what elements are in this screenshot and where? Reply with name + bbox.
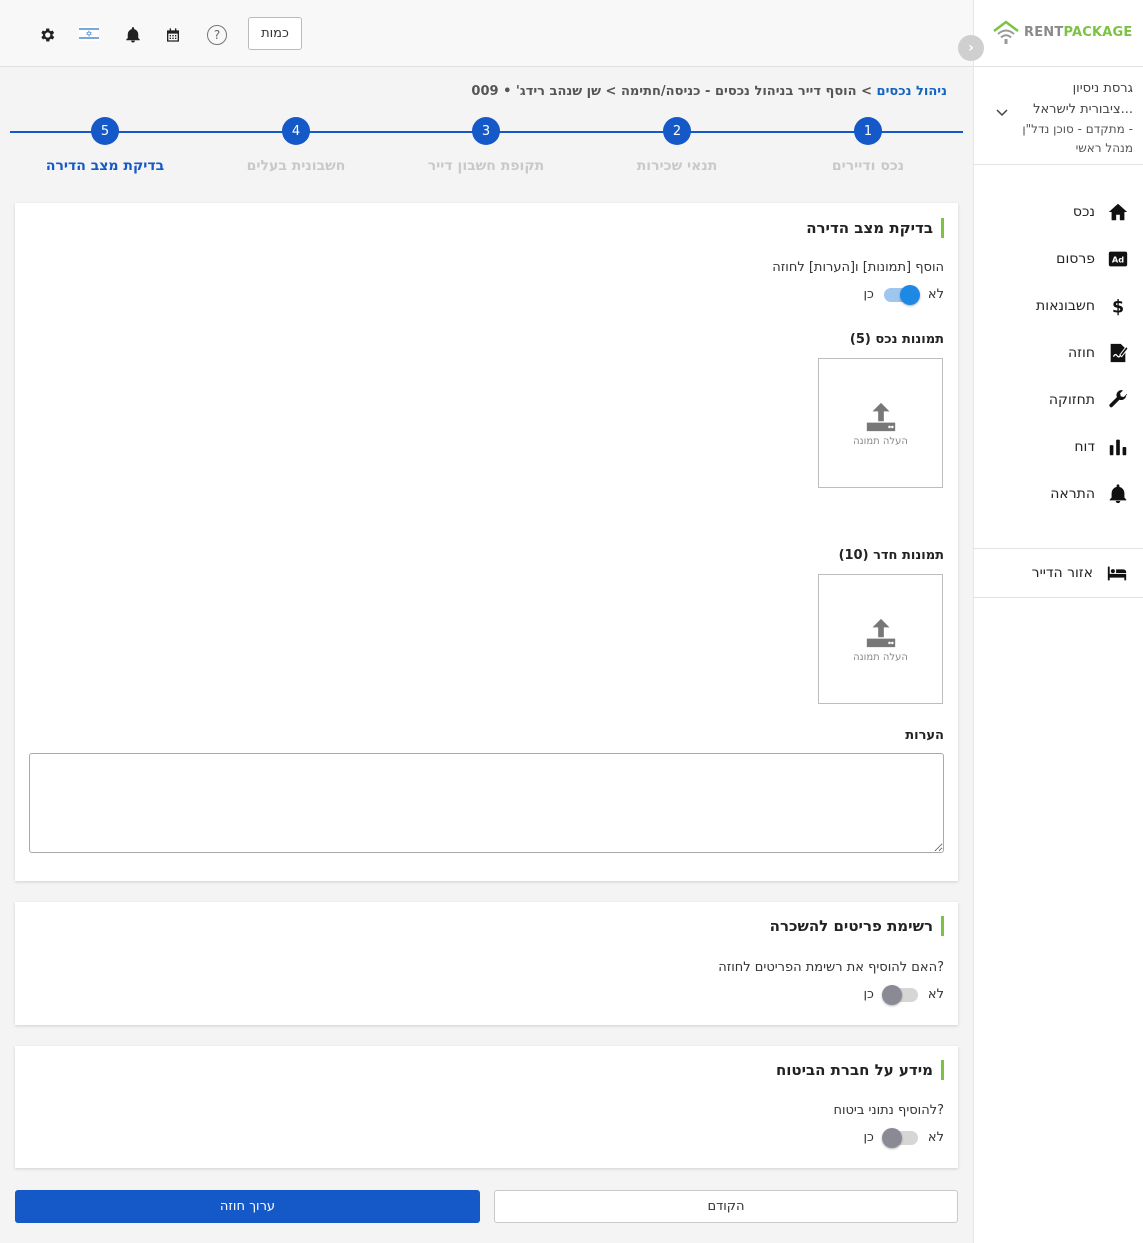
inspection-card: בדיקת מצב הדירה הוסף [תמונות] ו[הערות] ל…: [15, 203, 958, 881]
sidebar-item-property[interactable]: נכס: [973, 188, 1143, 235]
logo-row: › RENTPACKAGE: [958, 15, 1143, 61]
contract-icon: [1110, 343, 1129, 362]
inspection-question: הוסף [תמונות] ו[הערות] לחוזה: [772, 260, 944, 275]
gear-icon[interactable]: [37, 25, 57, 45]
items-list-title: רשימת פריטים להשכרה: [770, 916, 944, 936]
sidebar-item-contract[interactable]: חוזה: [973, 329, 1143, 376]
breadcrumb-middle: הוסף דייר בניהול נכסים - כניסה/חתימה: [620, 84, 857, 99]
breadcrumb: ניהול נכסים > הוסף דייר בניהול נכסים - כ…: [471, 84, 947, 99]
edit-contract-button[interactable]: ערוך חוזה: [15, 1190, 480, 1223]
insurance-card: מידע על חברת הביטוח להוסיף נתוני ביטוח? …: [15, 1046, 958, 1168]
collapse-sidebar-button[interactable]: ›: [958, 35, 984, 61]
items-list-question: האם להוסיף את רשימת הפריטים לחוזה?: [718, 960, 944, 975]
room-photos-label: תמונות חדר (10): [838, 548, 944, 563]
notes-textarea[interactable]: [29, 753, 944, 853]
ad-icon: Ad: [1108, 251, 1128, 266]
logo-wifi-house-icon: [993, 20, 1019, 44]
items-list-toggle-switch[interactable]: [881, 984, 918, 1005]
chevron-right-icon: ›: [968, 40, 974, 56]
step-5-label: בדיקת מצב הדירה: [45, 158, 165, 174]
sidebar-item-alert[interactable]: התראה: [973, 470, 1143, 517]
insurance-toggle-switch[interactable]: [881, 1127, 918, 1148]
toggle-knob: [881, 984, 902, 1005]
sidebar-item-label: חוזה: [1068, 344, 1095, 361]
sidebar-item-label: תחזוקה: [1048, 391, 1095, 408]
breadcrumb-link-property-management[interactable]: ניהול נכסים: [877, 84, 947, 99]
dollar-icon: $: [1112, 297, 1124, 317]
sidebar-item-label: אזור הדייר: [1031, 565, 1093, 581]
step-3-label: תקופת חשבון דייר: [427, 158, 545, 174]
step-2-circle[interactable]: 2: [663, 117, 691, 145]
sidebar-item-label: פרסום: [1056, 250, 1095, 267]
sidebar-item-report[interactable]: דוח: [973, 423, 1143, 470]
inspection-toggle-switch[interactable]: [883, 284, 920, 305]
sidebar-item-tenant-area[interactable]: אזור הדייר: [973, 548, 1143, 598]
help-icon[interactable]: ?: [207, 25, 227, 45]
version-selector[interactable]: גרסת ניסיון ציבורית לישראל... מתקדם - סו…: [1013, 78, 1133, 158]
svg-text:Ad: Ad: [1112, 254, 1124, 264]
property-photos-label: תמונות נכס (5): [849, 332, 944, 347]
insurance-toggle-row: לא כן: [863, 1127, 944, 1148]
upload-icon: [866, 618, 895, 647]
svg-text:$: $: [1112, 297, 1124, 317]
bell-icon: [1109, 483, 1127, 503]
sidebar-item-label: נכס: [1072, 203, 1095, 220]
sidebar-item-maintenance[interactable]: תחזוקה: [973, 376, 1143, 423]
upload-text: העלה תמונה: [853, 651, 908, 663]
previous-button[interactable]: הקודם: [494, 1190, 958, 1223]
upload-text: העלה תמונה: [853, 435, 908, 447]
inspection-toggle-row: לא כן: [863, 284, 944, 305]
toggle-yes-label: כן: [863, 987, 874, 1002]
bed-icon: [1107, 566, 1127, 581]
bar-chart-icon: [1109, 439, 1127, 455]
toggle-no-label: לא: [927, 987, 944, 1002]
insurance-question: להוסיף נתוני ביטוח?: [833, 1103, 944, 1118]
toggle-yes-label: כן: [863, 287, 874, 302]
room-photos-upload[interactable]: העלה תמונה: [818, 574, 943, 704]
sidebar-item-advertising[interactable]: פרסום Ad: [973, 235, 1143, 282]
property-photos-upload[interactable]: העלה תמונה: [818, 358, 943, 488]
items-list-toggle-row: לא כן: [863, 984, 944, 1005]
sidebar-nav: נכס פרסום Ad חשבונאות $ חוזה תחזוקה דוח …: [973, 188, 1143, 517]
breadcrumb-current: שן שנהב רידג' • 009: [471, 84, 601, 99]
calendar-icon[interactable]: [163, 25, 183, 45]
step-5-circle[interactable]: 5: [91, 117, 119, 145]
logo-text: RENTPACKAGE: [1024, 24, 1133, 40]
toggle-knob: [899, 284, 920, 305]
inspection-title: בדיקת מצב הדירה: [806, 218, 944, 238]
sidebar: › RENTPACKAGE גרסת ניסיון ציבורית לישראל…: [958, 0, 1143, 1243]
toggle-knob: [881, 1127, 902, 1148]
insurance-title: מידע על חברת הביטוח: [776, 1060, 944, 1080]
toggle-yes-label: כן: [863, 1130, 874, 1145]
divider: [974, 164, 1143, 165]
toggle-no-label: לא: [927, 1130, 944, 1145]
wrench-icon: [1109, 389, 1128, 407]
logo[interactable]: RENTPACKAGE: [992, 19, 1132, 45]
sidebar-item-label: חשבונאות: [1036, 297, 1095, 314]
top-header: ? כמות: [0, 0, 973, 67]
step-3-circle[interactable]: 3: [472, 117, 500, 145]
step-4-label: חשבונית בעלים: [246, 158, 346, 174]
step-2-label: תנאי שכירות: [636, 158, 718, 174]
quantity-button[interactable]: כמות: [248, 17, 302, 50]
sidebar-item-label: דוח: [1074, 438, 1095, 455]
sidebar-item-label: התראה: [1050, 485, 1095, 502]
step-4-circle[interactable]: 4: [282, 117, 310, 145]
chevron-down-icon[interactable]: [996, 106, 1008, 118]
divider: [974, 66, 1143, 67]
israel-flag-icon[interactable]: [79, 26, 99, 41]
home-icon: [1108, 203, 1128, 220]
sidebar-item-accounting[interactable]: חשבונאות $: [973, 282, 1143, 329]
notes-label: הערות: [905, 728, 944, 743]
bell-icon[interactable]: [123, 25, 143, 45]
toggle-no-label: לא: [927, 287, 944, 302]
items-list-card: רשימת פריטים להשכרה האם להוסיף את רשימת …: [15, 902, 958, 1025]
upload-icon: [866, 402, 895, 431]
step-1-circle[interactable]: 1: [854, 117, 882, 145]
step-1-label: נכס ודיירים: [831, 158, 905, 174]
